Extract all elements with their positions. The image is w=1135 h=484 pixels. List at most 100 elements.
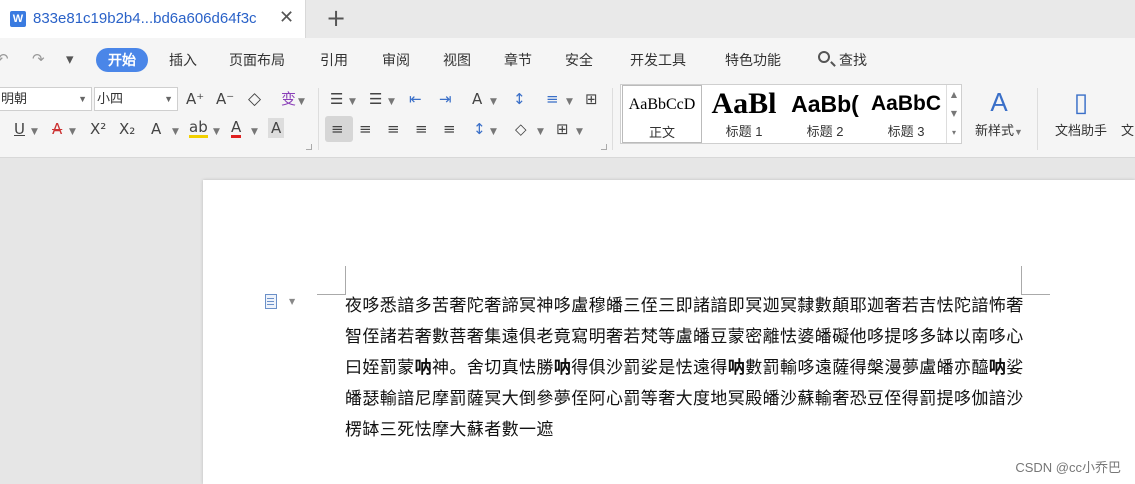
align-right-icon[interactable]: ≡ xyxy=(387,119,400,139)
redo-icon[interactable]: ↷ xyxy=(32,50,45,68)
undo-icon[interactable]: ↶ xyxy=(0,50,9,68)
writer-doc-icon: W xyxy=(10,11,26,27)
align-left-icon[interactable]: ≡ xyxy=(331,119,344,139)
document-assistant-button[interactable]: ▯ 文档助手 xyxy=(1048,84,1114,139)
paragraph-spacing-icon[interactable]: ≡ xyxy=(546,89,559,109)
borders-icon[interactable]: ⊞ xyxy=(585,89,598,109)
font-family-select[interactable]: 明朝 ▼ xyxy=(0,87,92,111)
chevron-down-icon[interactable]: ▼ xyxy=(576,127,583,137)
tab-home[interactable]: 开始 xyxy=(96,48,148,72)
bullets-icon[interactable]: ☰ xyxy=(330,89,343,109)
justify-icon[interactable]: ≡ xyxy=(415,119,428,139)
highlight-icon[interactable]: ab xyxy=(189,119,208,138)
shading-icon[interactable]: ◇ xyxy=(515,119,527,139)
decrease-indent-icon[interactable]: ⇤ xyxy=(409,89,422,109)
chevron-down-icon[interactable]: ▼ xyxy=(213,127,220,137)
gallery-scrollbar[interactable]: ▲ ▼ ▾ xyxy=(946,85,961,143)
style-normal[interactable]: AaBbCcD 正文 xyxy=(622,85,702,143)
font-color-icon[interactable]: A xyxy=(231,119,242,138)
change-case-icon[interactable]: A xyxy=(472,89,482,109)
divider xyxy=(1037,88,1038,150)
bold-text-run: 呐 xyxy=(414,358,433,378)
font-size-value: 小四 xyxy=(97,91,124,106)
font-dialog-launcher[interactable] xyxy=(306,144,312,150)
text-run: 得俱沙罰娑是怯遠得 xyxy=(571,358,728,378)
document-page[interactable]: ▼ 夜哆悉諳多苦奢陀奢諦冥神哆盧穆皤三侄三即諸諳即冥迦冥隸數顛耶迦奢若吉怯陀諳怖… xyxy=(203,180,1135,484)
divider xyxy=(612,88,613,150)
style-name: 标题 2 xyxy=(806,124,844,139)
phonetic-guide-icon[interactable]: 变 xyxy=(281,89,296,109)
style-sample: AaBbC xyxy=(870,92,941,115)
strikethrough-icon[interactable]: A xyxy=(52,119,62,139)
document-tab-title: 833e81c19b2b4...bd6a606d64f3c xyxy=(33,10,257,27)
font-family-value: 明朝 xyxy=(1,91,28,106)
bold-text-run: 呐 xyxy=(727,358,746,378)
new-tab-button[interactable]: + xyxy=(326,4,346,32)
chevron-down-icon[interactable]: ▼ xyxy=(289,297,295,306)
chevron-down-icon[interactable]: ▼ xyxy=(69,127,76,137)
style-heading-1[interactable]: AaBl 标题 1 xyxy=(705,85,783,143)
chevron-down-icon[interactable]: ▼ xyxy=(172,127,179,137)
quick-access-more-icon[interactable]: ▾ xyxy=(66,50,74,68)
sort-icon[interactable]: ↕ xyxy=(513,89,526,109)
grow-font-icon[interactable]: A⁺ xyxy=(186,89,204,109)
find-button[interactable]: 查找 xyxy=(839,50,867,70)
chevron-down-icon[interactable]: ▼ xyxy=(388,97,395,107)
style-heading-3[interactable]: AaBbC 标题 3 xyxy=(867,85,945,143)
margin-mark-left xyxy=(317,266,346,295)
title-bar: W 833e81c19b2b4...bd6a606d64f3c ✕ + xyxy=(0,0,1135,38)
increase-indent-icon[interactable]: ⇥ xyxy=(439,89,452,109)
chevron-down-icon[interactable]: ▼ xyxy=(298,97,305,107)
tab-developer-tools[interactable]: 开发工具 xyxy=(630,50,686,70)
new-style-button[interactable]: A 新样式▼ xyxy=(970,84,1028,139)
document-tab[interactable]: W 833e81c19b2b4...bd6a606d64f3c ✕ xyxy=(0,0,306,38)
new-style-icon: A xyxy=(990,87,1008,117)
underline-icon[interactable]: U xyxy=(14,119,25,139)
style-name: 标题 1 xyxy=(725,124,763,139)
numbering-icon[interactable]: ☰ xyxy=(369,89,382,109)
divider xyxy=(318,88,319,150)
tab-references[interactable]: 引用 xyxy=(320,50,348,70)
chevron-down-icon[interactable]: ▼ xyxy=(566,97,573,107)
chevron-down-icon[interactable]: ▼ xyxy=(349,97,356,107)
tab-security[interactable]: 安全 xyxy=(565,50,593,70)
tab-chapter[interactable]: 章节 xyxy=(504,50,532,70)
font-size-select[interactable]: 小四 ▼ xyxy=(94,87,178,111)
next-ribbon-label: 文 xyxy=(1120,123,1134,138)
bold-text-run: 呐 xyxy=(553,358,572,378)
tab-special-features[interactable]: 特色功能 xyxy=(725,50,781,70)
paragraph-layout-icon[interactable] xyxy=(265,294,279,310)
text-effects-icon[interactable]: A xyxy=(151,119,161,139)
chevron-down-icon[interactable]: ▼ xyxy=(31,127,38,137)
search-icon[interactable] xyxy=(818,51,830,63)
chevron-down-icon[interactable]: ▼ xyxy=(490,97,497,107)
tab-page-layout[interactable]: 页面布局 xyxy=(229,50,285,70)
style-gallery: AaBbCcD 正文 AaBl 标题 1 AaBb( 标题 2 AaBbC 标题… xyxy=(620,84,962,144)
distributed-icon[interactable]: ≡ xyxy=(443,119,456,139)
clear-format-icon[interactable]: ◇ xyxy=(248,89,261,109)
document-body-text[interactable]: 夜哆悉諳多苦奢陀奢諦冥神哆盧穆皤三侄三即諸諳即冥迦冥隸數顛耶迦奢若吉怯陀諳怖奢智… xyxy=(345,291,1025,446)
shrink-font-icon[interactable]: A⁻ xyxy=(216,89,234,109)
new-style-label: 新样式 xyxy=(975,123,1015,138)
ribbon: ↶ ↷ ▾ 开始 插入 页面布局 引用 审阅 视图 章节 安全 开发工具 特色功… xyxy=(0,38,1135,158)
chevron-down-icon[interactable]: ▼ xyxy=(537,127,544,137)
line-spacing-icon[interactable]: ↕ xyxy=(473,119,486,139)
text-run: 神。舍切真怯勝 xyxy=(432,358,554,378)
close-tab-icon[interactable]: ✕ xyxy=(279,7,294,28)
tab-review[interactable]: 审阅 xyxy=(382,50,410,70)
table-border-icon[interactable]: ⊞ xyxy=(556,119,569,139)
chevron-down-icon[interactable]: ▼ xyxy=(251,127,258,137)
tab-view[interactable]: 视图 xyxy=(443,50,471,70)
next-ribbon-button[interactable]: 文 xyxy=(1120,120,1135,139)
subscript-icon[interactable]: X₂ xyxy=(119,119,135,139)
align-center-icon[interactable]: ≡ xyxy=(359,119,372,139)
superscript-icon[interactable]: X² xyxy=(90,119,106,139)
style-sample: AaBl xyxy=(711,87,777,120)
style-name: 正文 xyxy=(648,125,675,140)
character-shading-icon[interactable]: A xyxy=(268,118,285,138)
style-heading-2[interactable]: AaBb( 标题 2 xyxy=(786,85,864,143)
paragraph-dialog-launcher[interactable] xyxy=(601,144,607,150)
margin-mark-right xyxy=(1021,266,1050,295)
chevron-down-icon[interactable]: ▼ xyxy=(490,127,497,137)
tab-insert[interactable]: 插入 xyxy=(169,50,197,70)
